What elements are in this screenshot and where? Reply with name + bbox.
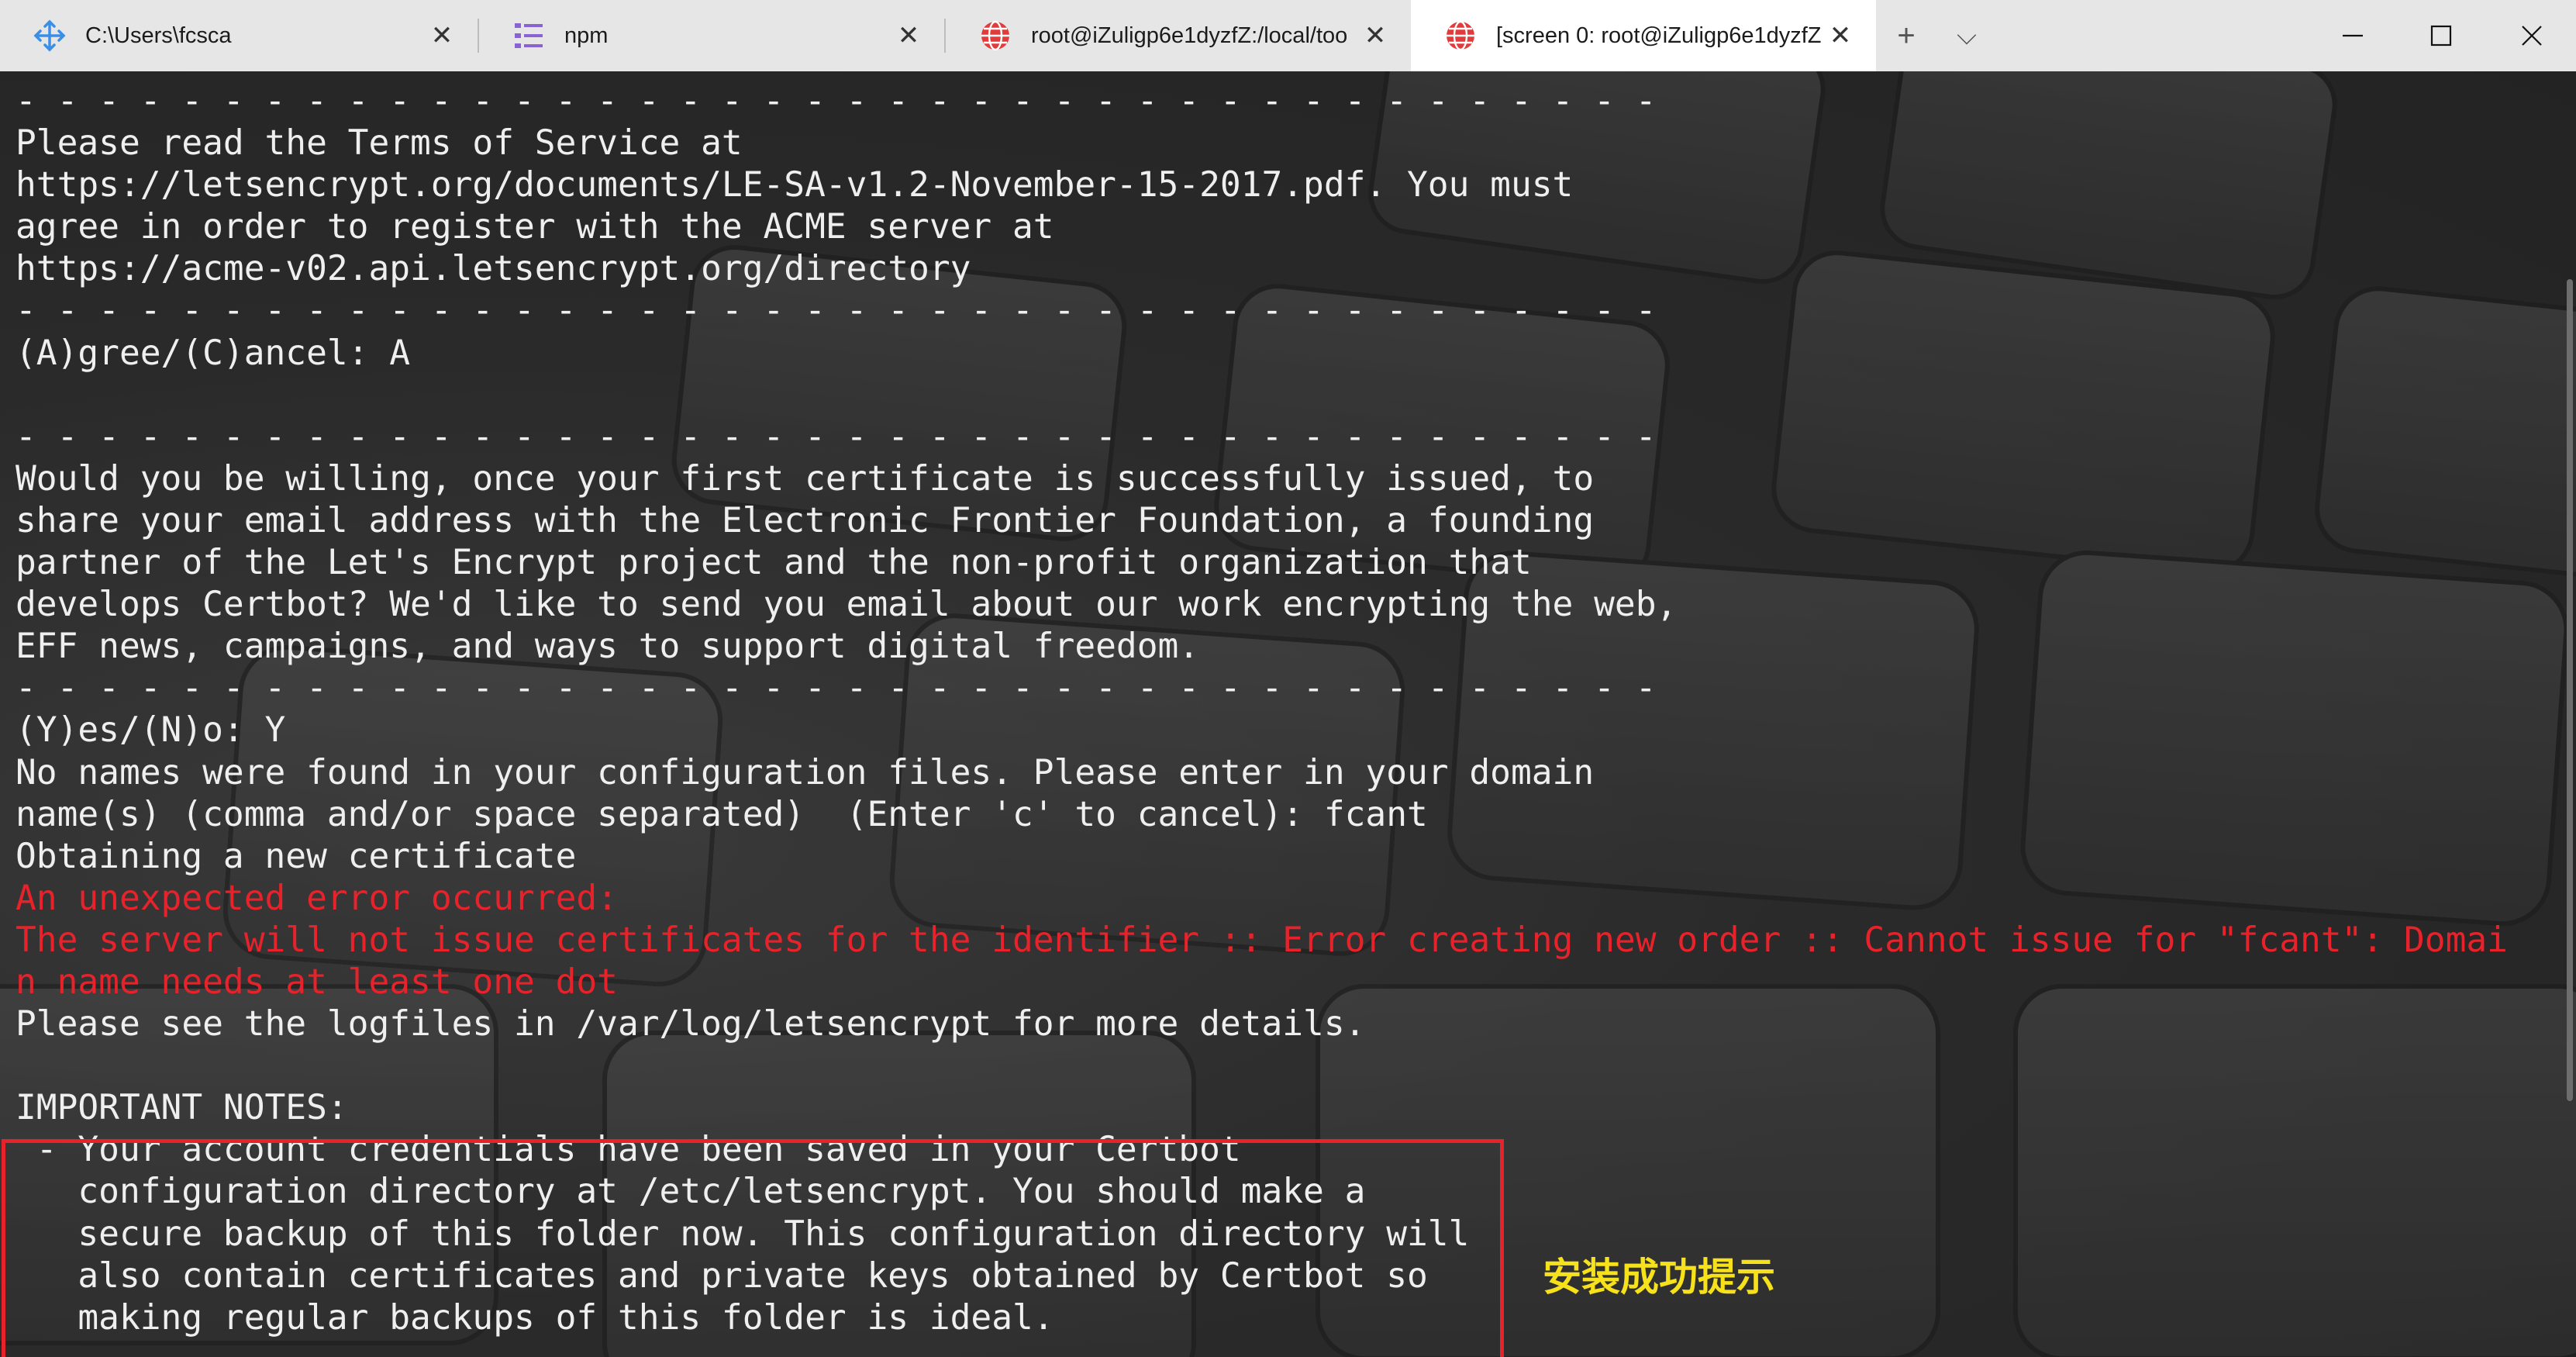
- terminal-line: (Y)es/(N)o: Y: [16, 710, 286, 751]
- terminal-line: https://acme-v02.api.letsencrypt.org/dir…: [16, 249, 971, 289]
- close-window-control[interactable]: [2488, 0, 2576, 71]
- annotation-label: 安装成功提示: [1543, 1255, 1775, 1300]
- terminal-line: Please see the logfiles in /var/log/lets…: [16, 1004, 1366, 1045]
- terminal-line: Obtaining a new certificate: [16, 836, 577, 876]
- terminal-line: develops Certbot? We'd like to send you …: [16, 585, 1678, 625]
- terminal-pane[interactable]: - - - - - - - - - - - - - - - - - - - - …: [0, 71, 2576, 1357]
- close-window-icon: [2522, 26, 2542, 46]
- tab-powershell[interactable]: C:\Users\fcsca ✕: [0, 0, 478, 71]
- important-notes-highlight: [2, 1139, 1504, 1357]
- globe-icon: [981, 20, 1009, 51]
- minimize-control[interactable]: [2309, 0, 2397, 71]
- terminal-line: - - - - - - - - - - - - - - - - - - - - …: [16, 416, 1657, 457]
- terminal-line: agree in order to register with the ACME…: [16, 207, 1054, 247]
- terminal-line: https://letsencrypt.org/documents/LE-SA-…: [16, 165, 1574, 205]
- terminal-error-line: An unexpected error occurred:: [16, 878, 618, 918]
- close-icon[interactable]: ✕: [1823, 19, 1857, 53]
- terminal-line: No names were found in your configuratio…: [16, 752, 1595, 792]
- tab-dropdown-button[interactable]: ⌵: [1936, 0, 1997, 71]
- maximize-control[interactable]: [2397, 0, 2485, 71]
- globe-icon: [1447, 20, 1474, 51]
- terminal-line: name(s) (comma and/or space separated) (…: [16, 794, 1428, 834]
- terminal-line: (A)gree/(C)ancel: A: [16, 333, 411, 373]
- new-tab-button[interactable]: +: [1876, 0, 1936, 71]
- tab-title: C:\Users\fcsca: [85, 22, 232, 48]
- terminal-line: partner of the Let's Encrypt project and…: [16, 543, 1532, 583]
- tab-title: npm: [564, 22, 609, 48]
- scrollbar-thumb[interactable]: [2567, 279, 2573, 1101]
- tab-title: root@iZuligp6e1dyzfZ:/local/too: [1031, 22, 1348, 48]
- tab-title: [screen 0: root@iZuligp6e1dyzfZ: [1496, 22, 1822, 48]
- azure-arrows-icon: [33, 19, 66, 52]
- terminal-line: - - - - - - - - - - - - - - - - - - - - …: [16, 81, 1657, 121]
- close-icon[interactable]: ✕: [425, 19, 459, 53]
- terminal-line: - - - - - - - - - - - - - - - - - - - - …: [16, 668, 1657, 709]
- terminal-line: - - - - - - - - - - - - - - - - - - - - …: [16, 291, 1657, 331]
- terminal-line: IMPORTANT NOTES:: [16, 1088, 348, 1128]
- terminal-line: share your email address with the Electr…: [16, 500, 1595, 540]
- tab-bar: C:\Users\fcsca ✕ npm ✕ root@iZuligp6e1dy…: [0, 0, 2576, 71]
- tab-screen-active[interactable]: [screen 0: root@iZuligp6e1dyzfZ ✕: [1411, 0, 1876, 71]
- terminal-line: EFF news, campaigns, and ways to support…: [16, 627, 1200, 667]
- tab-npm[interactable]: npm ✕: [479, 0, 944, 71]
- terminal-line: Would you be willing, once your first ce…: [16, 458, 1595, 499]
- close-icon[interactable]: ✕: [891, 19, 926, 53]
- terminal-error-line: The server will not issue certificates f…: [16, 920, 2508, 960]
- tab-ssh-local[interactable]: root@iZuligp6e1dyzfZ:/local/too ✕: [946, 0, 1411, 71]
- close-icon[interactable]: ✕: [1358, 19, 1392, 53]
- terminal-line: Please read the Terms of Service at: [16, 123, 743, 164]
- list-icon: [515, 23, 543, 48]
- terminal-error-line: n name needs at least one dot: [16, 962, 618, 1002]
- maximize-icon: [2430, 25, 2452, 47]
- minimize-icon: [2343, 34, 2363, 37]
